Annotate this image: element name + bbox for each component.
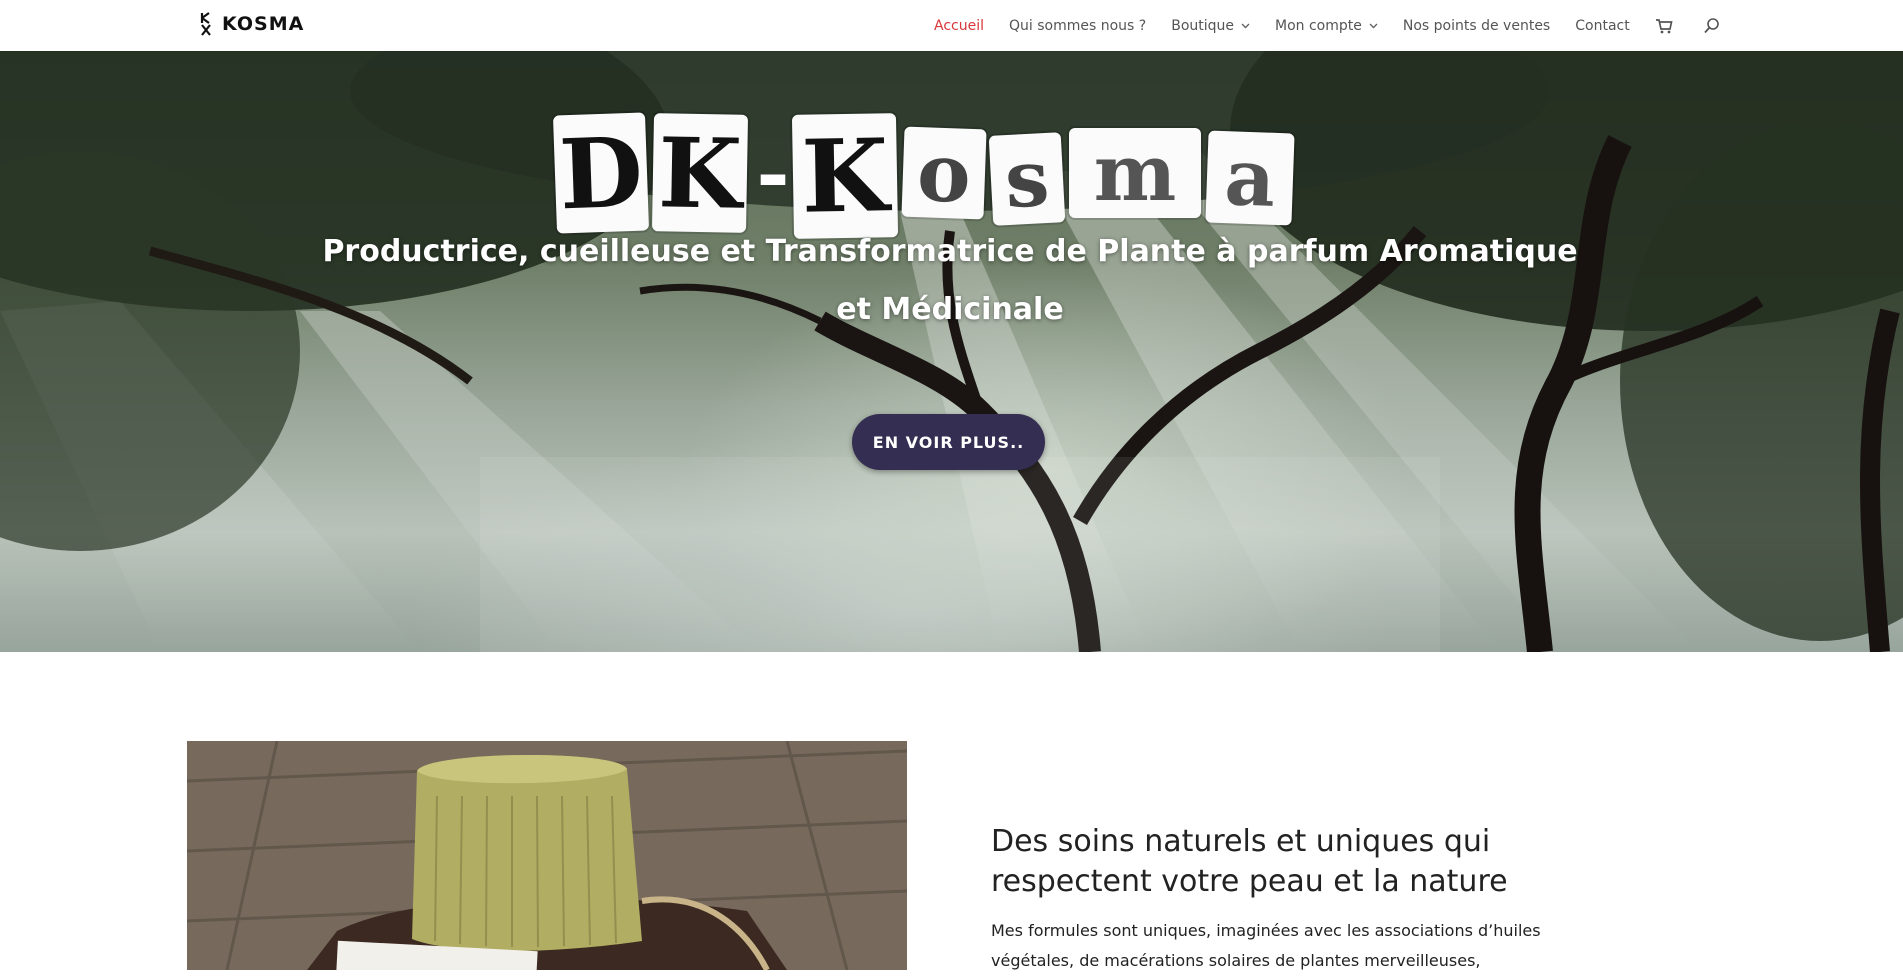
nav-item-accueil[interactable]: Accueil [934, 18, 984, 34]
brand-title-letter: - [756, 126, 790, 220]
nav-item-points-de-ventes[interactable]: Nos points de ventes [1403, 18, 1550, 34]
site-header: KOSMA Accueil Qui sommes nous ? Boutique… [0, 0, 1903, 51]
nav-item-boutique[interactable]: Boutique [1171, 18, 1250, 34]
brand-title-letter: K [791, 113, 899, 239]
en-voir-plus-button[interactable]: EN VOIR PLUS.. [852, 414, 1045, 470]
brand-title-letter: K [651, 113, 749, 233]
nav-item-qui-sommes-nous[interactable]: Qui sommes nous ? [1009, 18, 1146, 34]
brand-title-letter: s [988, 132, 1066, 226]
brand-title-letter: m [1069, 128, 1201, 219]
hero-subtitle: Productrice, cueilleuse et Transformatri… [322, 234, 1578, 327]
logo-text: KOSMA [222, 13, 305, 35]
brand-title-letter: D [552, 112, 650, 234]
product-heading: Des soins naturels et uniques qui respec… [991, 824, 1508, 899]
cart-icon[interactable] [1655, 17, 1673, 35]
soap-product-image [187, 741, 907, 970]
brand-title-letter: o [901, 125, 987, 221]
logo-mark-icon [200, 12, 211, 36]
search-icon[interactable] [1703, 17, 1721, 35]
main-nav: Accueil Qui sommes nous ? Boutique Mon c… [934, 0, 1721, 51]
site-logo[interactable]: KOSMA [200, 10, 304, 38]
nav-item-mon-compte[interactable]: Mon compte [1275, 18, 1378, 34]
nav-item-boutique-label: Boutique [1171, 17, 1235, 34]
product-description: Mes formules sont uniques, imaginées ave… [991, 921, 1541, 970]
hero-section: D K - K o s m a Productrice, cueilleuse … [0, 51, 1903, 652]
nav-item-contact[interactable]: Contact [1575, 18, 1629, 34]
brand-title-letter: a [1205, 130, 1295, 226]
nav-item-mon-compte-label: Mon compte [1275, 17, 1362, 34]
chevron-down-icon [1369, 23, 1378, 28]
chevron-down-icon [1241, 23, 1250, 28]
soap-photo-icon [187, 741, 907, 970]
